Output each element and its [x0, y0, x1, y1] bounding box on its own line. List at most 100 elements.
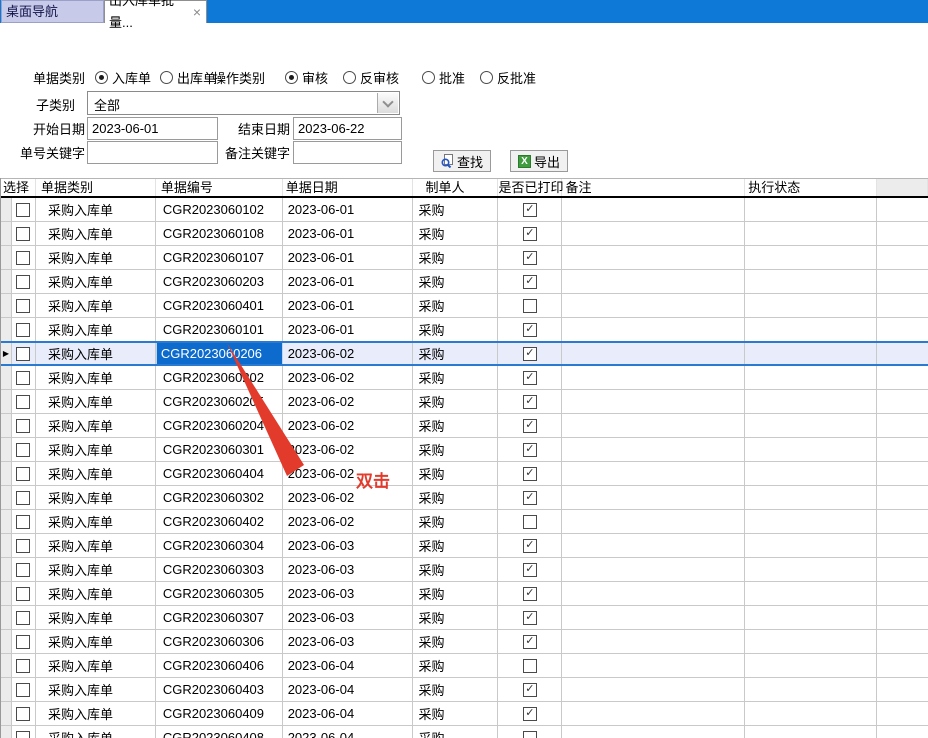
- cell-maker[interactable]: 采购: [413, 534, 499, 557]
- end-date-input[interactable]: [293, 117, 402, 140]
- tab-desktop-navigation[interactable]: 桌面导航: [1, 0, 104, 23]
- cell-maker[interactable]: 采购: [413, 702, 499, 725]
- radio-icon[interactable]: [422, 71, 435, 84]
- cell-status[interactable]: [745, 294, 877, 317]
- row-select-cell[interactable]: [12, 702, 36, 725]
- cell-doc-no[interactable]: CGR2023060301: [156, 438, 283, 461]
- cell-status[interactable]: [745, 462, 877, 485]
- column-header[interactable]: 单据类别: [36, 179, 156, 196]
- cell-doc-date[interactable]: 2023-06-02: [283, 510, 413, 533]
- table-row[interactable]: ▶采购入库单CGR20230602062023-06-02采购✓: [1, 342, 928, 366]
- cell-printed[interactable]: ✓: [498, 222, 562, 245]
- cell-category[interactable]: 采购入库单: [36, 510, 156, 533]
- row-select-checkbox[interactable]: [16, 371, 30, 385]
- cell-status[interactable]: [745, 318, 877, 341]
- row-select-checkbox[interactable]: [16, 467, 30, 481]
- cell-doc-no[interactable]: CGR2023060302: [156, 486, 283, 509]
- row-select-cell[interactable]: [12, 510, 36, 533]
- table-row[interactable]: 采购入库单CGR20230604032023-06-04采购✓: [1, 678, 928, 702]
- row-select-checkbox[interactable]: [16, 563, 30, 577]
- row-select-cell[interactable]: [12, 294, 36, 317]
- export-button[interactable]: X 导出: [510, 150, 568, 172]
- cell-status[interactable]: [745, 606, 877, 629]
- cell-maker[interactable]: 采购: [413, 222, 499, 245]
- row-select-cell[interactable]: [12, 390, 36, 413]
- cell-maker[interactable]: 采购: [413, 630, 499, 653]
- cell-printed[interactable]: ✓: [498, 246, 562, 269]
- cell-status[interactable]: [745, 390, 877, 413]
- cell-category[interactable]: 采购入库单: [36, 318, 156, 341]
- row-select-checkbox[interactable]: [16, 659, 30, 673]
- radio-option[interactable]: 反批准: [480, 69, 536, 86]
- cell-doc-no[interactable]: CGR2023060303: [156, 558, 283, 581]
- cell-status[interactable]: [745, 366, 877, 389]
- cell-printed[interactable]: [498, 294, 562, 317]
- cell-status[interactable]: [745, 198, 877, 221]
- row-select-cell[interactable]: [12, 486, 36, 509]
- cell-note[interactable]: [562, 702, 745, 725]
- row-select-checkbox[interactable]: [16, 491, 30, 505]
- table-row[interactable]: 采购入库单CGR20230602042023-06-02采购✓: [1, 414, 928, 438]
- cell-doc-date[interactable]: 2023-06-01: [283, 294, 413, 317]
- cell-printed[interactable]: ✓: [498, 270, 562, 293]
- row-select-cell[interactable]: [12, 654, 36, 677]
- printed-checkbox[interactable]: [523, 515, 537, 529]
- row-select-cell[interactable]: [12, 558, 36, 581]
- column-header[interactable]: 单据编号: [156, 179, 283, 196]
- printed-checkbox[interactable]: ✓: [523, 203, 537, 217]
- cell-status[interactable]: [745, 678, 877, 701]
- cell-category[interactable]: 采购入库单: [36, 534, 156, 557]
- printed-checkbox[interactable]: ✓: [523, 419, 537, 433]
- cell-note[interactable]: [562, 486, 745, 509]
- column-header[interactable]: 执行状态: [745, 179, 877, 196]
- printed-checkbox[interactable]: ✓: [523, 275, 537, 289]
- cell-doc-date[interactable]: 2023-06-01: [283, 246, 413, 269]
- cell-doc-no[interactable]: CGR2023060404: [156, 462, 283, 485]
- cell-note[interactable]: [562, 294, 745, 317]
- column-header[interactable]: 选择: [1, 179, 36, 196]
- cell-printed[interactable]: ✓: [498, 198, 562, 221]
- row-select-checkbox[interactable]: [16, 347, 30, 361]
- row-select-cell[interactable]: [12, 198, 36, 221]
- radio-icon[interactable]: [480, 71, 493, 84]
- cell-note[interactable]: [562, 558, 745, 581]
- cell-category[interactable]: 采购入库单: [36, 414, 156, 437]
- row-select-cell[interactable]: [12, 342, 36, 365]
- cell-note[interactable]: [562, 654, 745, 677]
- cell-status[interactable]: [745, 726, 877, 738]
- cell-doc-no[interactable]: CGR2023060203: [156, 270, 283, 293]
- table-row[interactable]: 采购入库单CGR20230603052023-06-03采购✓: [1, 582, 928, 606]
- printed-checkbox[interactable]: ✓: [523, 323, 537, 337]
- radio-option[interactable]: 批准: [422, 69, 465, 86]
- column-header[interactable]: 制单人: [413, 179, 499, 196]
- row-select-checkbox[interactable]: [16, 419, 30, 433]
- cell-note[interactable]: [562, 390, 745, 413]
- cell-category[interactable]: 采购入库单: [36, 342, 156, 365]
- radio-option[interactable]: 审核: [285, 69, 328, 86]
- cell-note[interactable]: [562, 630, 745, 653]
- cell-doc-no[interactable]: CGR2023060206: [156, 342, 283, 365]
- table-row[interactable]: 采购入库单CGR20230603032023-06-03采购✓: [1, 558, 928, 582]
- cell-category[interactable]: 采购入库单: [36, 438, 156, 461]
- printed-checkbox[interactable]: ✓: [523, 227, 537, 241]
- cell-doc-no[interactable]: CGR2023060406: [156, 654, 283, 677]
- sub-type-dropdown[interactable]: 全部: [87, 91, 400, 115]
- cell-note[interactable]: [562, 270, 745, 293]
- table-row[interactable]: 采购入库单CGR20230603062023-06-03采购✓: [1, 630, 928, 654]
- cell-note[interactable]: [562, 582, 745, 605]
- cell-note[interactable]: [562, 726, 745, 738]
- row-select-checkbox[interactable]: [16, 635, 30, 649]
- row-select-checkbox[interactable]: [16, 707, 30, 721]
- cell-category[interactable]: 采购入库单: [36, 198, 156, 221]
- radio-option[interactable]: 反审核: [343, 69, 399, 86]
- cell-status[interactable]: [745, 246, 877, 269]
- cell-doc-date[interactable]: 2023-06-04: [283, 726, 413, 738]
- table-row[interactable]: 采购入库单CGR20230604012023-06-01采购: [1, 294, 928, 318]
- cell-doc-date[interactable]: 2023-06-03: [283, 534, 413, 557]
- cell-doc-date[interactable]: 2023-06-02: [283, 366, 413, 389]
- cell-doc-no[interactable]: CGR2023060205: [156, 390, 283, 413]
- printed-checkbox[interactable]: ✓: [523, 251, 537, 265]
- row-select-cell[interactable]: [12, 270, 36, 293]
- cell-note[interactable]: [562, 222, 745, 245]
- printed-checkbox[interactable]: ✓: [523, 563, 537, 577]
